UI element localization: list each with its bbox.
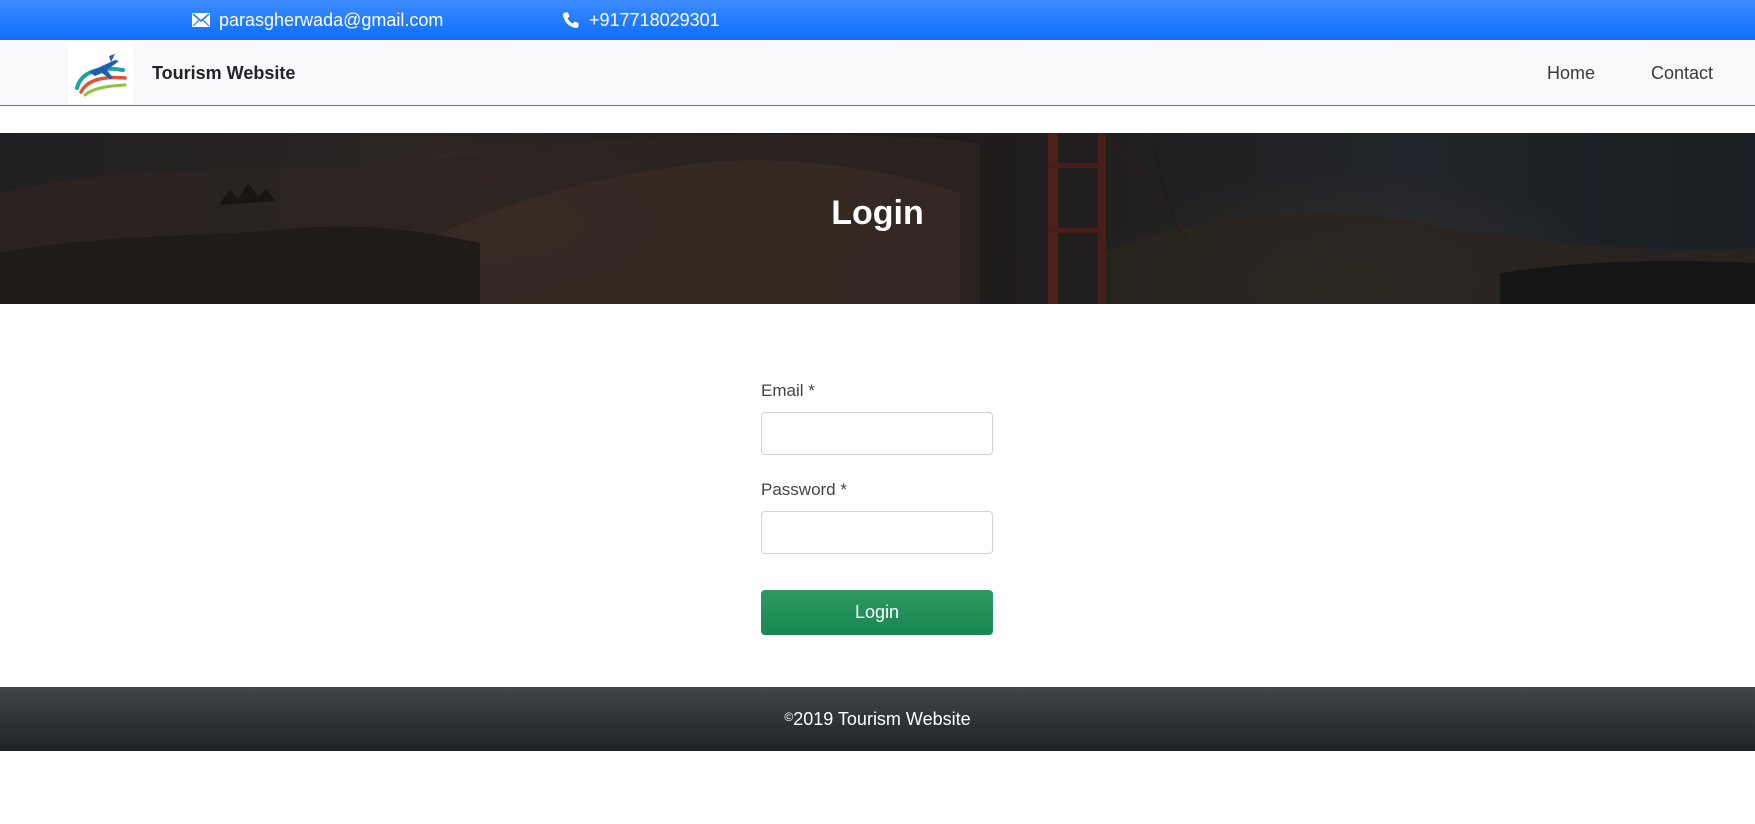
- contact-phone-text: +917718029301: [589, 9, 720, 30]
- page-title: Login: [831, 193, 924, 232]
- contact-phone[interactable]: +917718029301: [561, 0, 720, 40]
- password-label: Password *: [761, 480, 847, 499]
- password-group: Password *: [761, 477, 993, 554]
- top-contact-bar: parasgherwada@gmail.com +917718029301: [0, 0, 1755, 40]
- airplane-logo-icon: [74, 54, 127, 97]
- envelope-icon: [191, 10, 211, 30]
- contact-email[interactable]: parasgherwada@gmail.com: [191, 0, 443, 40]
- email-input[interactable]: [761, 412, 993, 455]
- nav-link-contact[interactable]: Contact: [1651, 40, 1713, 106]
- footer-text: 2019 Tourism Website: [793, 708, 971, 729]
- footer: © 2019 Tourism Website: [0, 687, 1755, 751]
- login-button[interactable]: Login: [761, 590, 993, 635]
- contact-email-text: parasgherwada@gmail.com: [219, 9, 444, 30]
- brand-name[interactable]: Tourism Website: [152, 40, 295, 106]
- hero-banner: Login: [0, 133, 1755, 304]
- copyright-symbol: ©: [784, 710, 794, 724]
- phone-icon: [561, 10, 581, 30]
- email-group: Email *: [761, 378, 993, 455]
- nav-link-home[interactable]: Home: [1547, 40, 1595, 106]
- login-form: Email * Password * Login: [761, 378, 993, 635]
- navbar: Tourism Website Home Contact: [0, 40, 1755, 106]
- password-input[interactable]: [761, 511, 993, 554]
- email-label: Email *: [761, 381, 815, 400]
- brand-logo[interactable]: [68, 42, 133, 104]
